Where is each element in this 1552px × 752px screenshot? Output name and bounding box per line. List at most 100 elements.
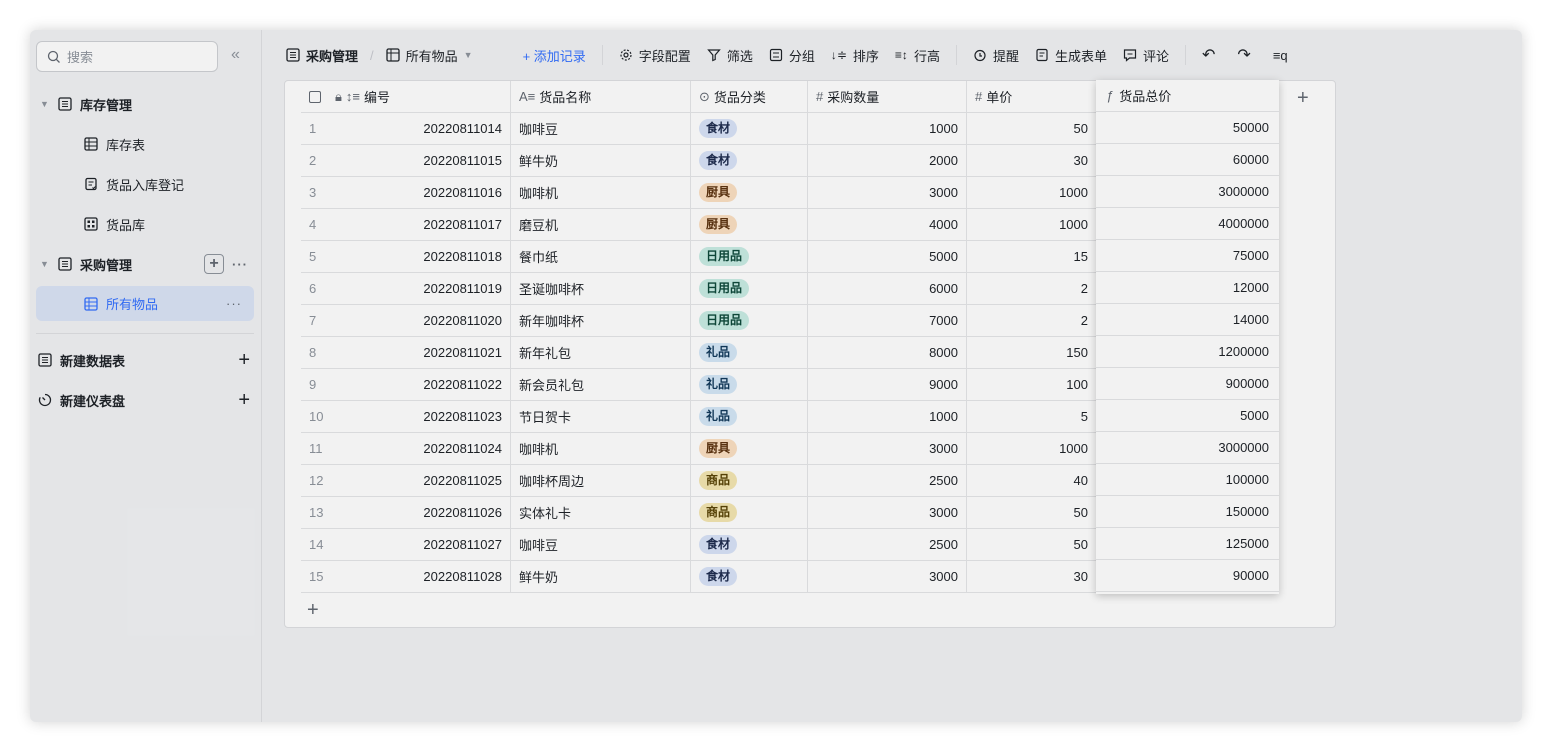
cell-name[interactable]: 咖啡豆 bbox=[511, 529, 691, 561]
caret-down-icon[interactable]: ▼ bbox=[40, 99, 52, 109]
cell-number[interactable]: 9 20220811022 bbox=[301, 369, 511, 401]
cell-price[interactable]: 50 bbox=[967, 113, 1097, 145]
table-row[interactable]: 1 20220811014 咖啡豆 食材 1000 50 bbox=[301, 113, 1097, 145]
cell-price[interactable]: 50 bbox=[967, 529, 1097, 561]
sidebar-item-all-goods[interactable]: 所有物品 ··· bbox=[36, 286, 254, 321]
cell-category[interactable]: 厨具 bbox=[691, 433, 808, 465]
add-column-button[interactable]: + bbox=[1297, 87, 1309, 110]
select-all-checkbox[interactable] bbox=[309, 90, 321, 103]
cell-name[interactable]: 磨豆机 bbox=[511, 209, 691, 241]
cell-total[interactable]: 5000 bbox=[1096, 400, 1279, 432]
view-selector[interactable]: 所有物品 ▼ bbox=[385, 46, 473, 65]
cell-quantity[interactable]: 6000 bbox=[808, 273, 967, 305]
cell-name[interactable]: 实体礼卡 bbox=[511, 497, 691, 529]
cell-number[interactable]: 7 20220811020 bbox=[301, 305, 511, 337]
plus-icon[interactable]: + bbox=[238, 389, 250, 412]
cell-price[interactable]: 1000 bbox=[967, 433, 1097, 465]
table-row[interactable]: 6 20220811019 圣诞咖啡杯 日用品 6000 2 bbox=[301, 273, 1097, 305]
new-table-button[interactable]: 新建数据表 + bbox=[36, 344, 254, 376]
cell-total[interactable]: 150000 bbox=[1096, 496, 1279, 528]
cell-name[interactable]: 咖啡豆 bbox=[511, 113, 691, 145]
cell-name[interactable]: 鲜牛奶 bbox=[511, 561, 691, 593]
column-header-quantity[interactable]: # 采购数量 bbox=[808, 81, 967, 113]
cell-total[interactable]: 4000000 bbox=[1096, 208, 1279, 240]
filter-button[interactable]: 筛选 bbox=[707, 46, 753, 65]
breadcrumb-base[interactable]: 采购管理 bbox=[306, 46, 358, 65]
cell-quantity[interactable]: 7000 bbox=[808, 305, 967, 337]
cell-number[interactable]: 4 20220811017 bbox=[301, 209, 511, 241]
cell-total[interactable]: 125000 bbox=[1096, 528, 1279, 560]
cell-category[interactable]: 日用品 bbox=[691, 241, 808, 273]
cell-name[interactable]: 鲜牛奶 bbox=[511, 145, 691, 177]
new-dashboard-button[interactable]: 新建仪表盘 + bbox=[36, 384, 254, 416]
cell-price[interactable]: 150 bbox=[967, 337, 1097, 369]
cell-quantity[interactable]: 2500 bbox=[808, 465, 967, 497]
cell-category[interactable]: 礼品 bbox=[691, 369, 808, 401]
sidebar-item-stock-in-form[interactable]: 货品入库登记 bbox=[36, 168, 254, 200]
cell-total[interactable]: 100000 bbox=[1096, 464, 1279, 496]
cell-name[interactable]: 咖啡杯周边 bbox=[511, 465, 691, 497]
cell-price[interactable]: 50 bbox=[967, 497, 1097, 529]
breadcrumb[interactable]: 采购管理 bbox=[286, 46, 358, 65]
cell-number[interactable]: 5 20220811018 bbox=[301, 241, 511, 273]
generate-form-button[interactable]: 生成表单 bbox=[1035, 46, 1107, 65]
add-row-button[interactable]: + bbox=[307, 599, 319, 622]
cell-quantity[interactable]: 3000 bbox=[808, 561, 967, 593]
cell-number[interactable]: 6 20220811019 bbox=[301, 273, 511, 305]
cell-name[interactable]: 节日贺卡 bbox=[511, 401, 691, 433]
cell-total[interactable]: 14000 bbox=[1096, 304, 1279, 336]
more-options-icon[interactable]: ··· bbox=[226, 296, 242, 311]
cell-quantity[interactable]: 1000 bbox=[808, 401, 967, 433]
cell-number[interactable]: 11 20220811024 bbox=[301, 433, 511, 465]
cell-price[interactable]: 1000 bbox=[967, 177, 1097, 209]
cell-category[interactable]: 日用品 bbox=[691, 273, 808, 305]
column-header-total[interactable]: ƒ 货品总价 bbox=[1096, 80, 1279, 112]
cell-name[interactable]: 新会员礼包 bbox=[511, 369, 691, 401]
sidebar-group-inventory[interactable]: ▼ 库存管理 bbox=[36, 88, 254, 120]
caret-down-icon[interactable]: ▼ bbox=[40, 259, 52, 269]
cell-name[interactable]: 咖啡机 bbox=[511, 433, 691, 465]
table-row[interactable]: 15 20220811028 鲜牛奶 食材 3000 30 bbox=[301, 561, 1097, 593]
table-row[interactable]: 12 20220811025 咖啡杯周边 商品 2500 40 bbox=[301, 465, 1097, 497]
cell-category[interactable]: 商品 bbox=[691, 497, 808, 529]
cell-total[interactable]: 60000 bbox=[1096, 144, 1279, 176]
cell-category[interactable]: 日用品 bbox=[691, 305, 808, 337]
cell-name[interactable]: 餐巾纸 bbox=[511, 241, 691, 273]
group-button[interactable]: 分组 bbox=[769, 46, 815, 65]
cell-category[interactable]: 厨具 bbox=[691, 209, 808, 241]
table-row[interactable]: 8 20220811021 新年礼包 礼品 8000 150 bbox=[301, 337, 1097, 369]
table-row[interactable]: 10 20220811023 节日贺卡 礼品 1000 5 bbox=[301, 401, 1097, 433]
cell-total[interactable]: 12000 bbox=[1096, 272, 1279, 304]
table-row[interactable]: 9 20220811022 新会员礼包 礼品 9000 100 bbox=[301, 369, 1097, 401]
cell-price[interactable]: 2 bbox=[967, 305, 1097, 337]
cell-total[interactable]: 75000 bbox=[1096, 240, 1279, 272]
cell-quantity[interactable]: 3000 bbox=[808, 177, 967, 209]
cell-quantity[interactable]: 8000 bbox=[808, 337, 967, 369]
cell-price[interactable]: 30 bbox=[967, 145, 1097, 177]
table-row[interactable]: 3 20220811016 咖啡机 厨具 3000 1000 bbox=[301, 177, 1097, 209]
add-view-button[interactable]: + bbox=[204, 254, 224, 274]
sidebar-item-inventory-table[interactable]: 库存表 bbox=[36, 128, 254, 160]
cell-quantity[interactable]: 2000 bbox=[808, 145, 967, 177]
table-row[interactable]: 14 20220811027 咖啡豆 食材 2500 50 bbox=[301, 529, 1097, 561]
reminder-button[interactable]: 提醒 bbox=[973, 46, 1019, 65]
cell-name[interactable]: 圣诞咖啡杯 bbox=[511, 273, 691, 305]
table-row[interactable]: 7 20220811020 新年咖啡杯 日用品 7000 2 bbox=[301, 305, 1097, 337]
cell-price[interactable]: 40 bbox=[967, 465, 1097, 497]
cell-total[interactable]: 3000000 bbox=[1096, 432, 1279, 464]
cell-number[interactable]: 10 20220811023 bbox=[301, 401, 511, 433]
sidebar-group-purchasing[interactable]: ▼ 采购管理 + ··· bbox=[36, 248, 254, 280]
cell-total[interactable]: 3000000 bbox=[1096, 176, 1279, 208]
cell-price[interactable]: 30 bbox=[967, 561, 1097, 593]
cell-name[interactable]: 新年咖啡杯 bbox=[511, 305, 691, 337]
cell-total[interactable]: 90000 bbox=[1096, 560, 1279, 592]
cell-quantity[interactable]: 3000 bbox=[808, 433, 967, 465]
row-height-button[interactable]: ≡↕ 行高 bbox=[895, 46, 940, 65]
cell-category[interactable]: 礼品 bbox=[691, 401, 808, 433]
cell-category[interactable]: 厨具 bbox=[691, 177, 808, 209]
column-header-category[interactable]: ⊙ 货品分类 bbox=[691, 81, 808, 113]
cell-number[interactable]: 2 20220811015 bbox=[301, 145, 511, 177]
cell-quantity[interactable]: 5000 bbox=[808, 241, 967, 273]
more-options-icon[interactable]: ··· bbox=[232, 257, 248, 272]
cell-number[interactable]: 15 20220811028 bbox=[301, 561, 511, 593]
